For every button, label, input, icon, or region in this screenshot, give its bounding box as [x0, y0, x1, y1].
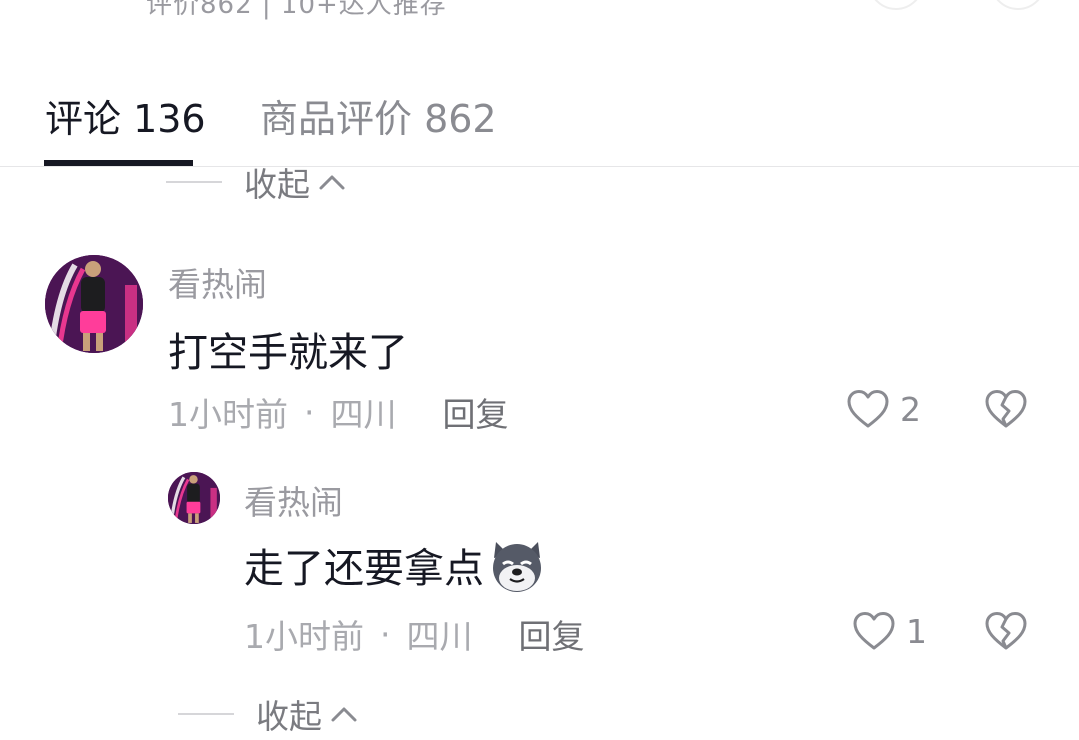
collapse-label: 收起: [256, 697, 322, 736]
comment-text: 打空手就来了: [168, 320, 408, 378]
reply-button[interactable]: 回复: [443, 388, 509, 436]
avatar-image: [168, 472, 220, 524]
collapse-replies-bottom[interactable]: 收起: [178, 690, 358, 738]
comment-time: 1小时前: [244, 617, 364, 656]
like-count: 1: [906, 611, 927, 651]
comment-time: 1小时前: [168, 395, 288, 434]
like-count: 2: [900, 389, 921, 429]
chevron-up-icon: [331, 707, 357, 722]
avatar-image: [45, 255, 143, 353]
heart-outline-icon: [847, 390, 889, 428]
chevron-up-icon: [319, 175, 345, 190]
like-button[interactable]: 1: [852, 611, 927, 651]
comment-text: 走了还要拿点: [244, 534, 548, 596]
avatar[interactable]: [45, 255, 143, 353]
like-button[interactable]: 2: [846, 389, 921, 429]
comment-location: 四川: [406, 617, 473, 656]
comment-username[interactable]: 看热闹: [168, 258, 267, 306]
heart-outline-icon: [853, 612, 895, 650]
reply-button[interactable]: 回复: [519, 610, 585, 658]
tab-product-reviews[interactable]: 商品评价 862: [260, 88, 497, 143]
husky-emoji: [493, 542, 541, 592]
broken-heart-icon: [985, 390, 1027, 428]
comment-body: 走了还要拿点: [244, 546, 484, 592]
comment-body: 打空手就来了: [168, 330, 408, 376]
comment-meta: 1小时前 · 四川 回复: [244, 610, 585, 658]
comment-location: 四川: [330, 395, 397, 434]
meta-separator: ·: [304, 392, 315, 432]
comments-page: 评价862 | 10+达人推荐 评论 136 商品评价 862 收起 看热闹 打…: [0, 0, 1079, 740]
avatar[interactable]: [168, 472, 220, 524]
comment-username[interactable]: 看热闹: [244, 476, 343, 524]
broken-heart-icon: [985, 612, 1027, 650]
comment-meta: 1小时前 · 四川 回复: [168, 388, 509, 436]
collapse-divider-line: [166, 181, 222, 183]
dislike-button[interactable]: [984, 611, 1028, 655]
comment-tabs: 评论 136 商品评价 862: [0, 0, 1079, 168]
collapse-divider-line: [178, 713, 234, 715]
tab-comments[interactable]: 评论 136: [45, 88, 206, 143]
collapse-replies-top[interactable]: 收起: [166, 158, 346, 206]
collapse-label: 收起: [244, 165, 310, 204]
tabs-divider: [0, 166, 1079, 167]
dislike-button[interactable]: [984, 389, 1028, 433]
meta-separator: ·: [380, 614, 391, 654]
